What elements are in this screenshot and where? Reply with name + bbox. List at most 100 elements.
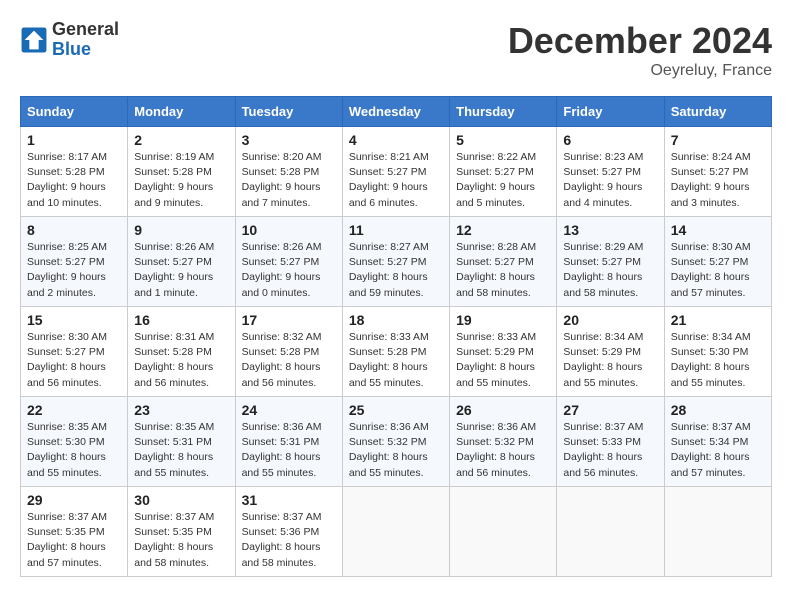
calendar-cell: 18 Sunrise: 8:33 AMSunset: 5:28 PMDayligh… — [342, 307, 449, 397]
calendar-cell: 26 Sunrise: 8:36 AMSunset: 5:32 PMDayligh… — [450, 397, 557, 487]
calendar-cell: 24 Sunrise: 8:36 AMSunset: 5:31 PMDayligh… — [235, 397, 342, 487]
day-number: 9 — [134, 222, 228, 238]
day-detail: Sunrise: 8:35 AMSunset: 5:31 PMDaylight:… — [134, 420, 228, 481]
day-number: 30 — [134, 492, 228, 508]
day-detail: Sunrise: 8:17 AMSunset: 5:28 PMDaylight:… — [27, 150, 121, 211]
day-number: 3 — [242, 132, 336, 148]
day-detail: Sunrise: 8:33 AMSunset: 5:28 PMDaylight:… — [349, 330, 443, 391]
day-number: 7 — [671, 132, 765, 148]
logo-blue-label: Blue — [52, 40, 119, 60]
calendar-cell: 17 Sunrise: 8:32 AMSunset: 5:28 PMDayligh… — [235, 307, 342, 397]
calendar-cell: 28 Sunrise: 8:37 AMSunset: 5:34 PMDayligh… — [664, 397, 771, 487]
day-detail: Sunrise: 8:37 AMSunset: 5:33 PMDaylight:… — [563, 420, 657, 481]
day-number: 2 — [134, 132, 228, 148]
calendar-cell: 2 Sunrise: 8:19 AMSunset: 5:28 PMDaylight… — [128, 127, 235, 217]
calendar-cell: 31Sunrise: 8:37 AMSunset: 5:36 PMDayligh… — [235, 487, 342, 577]
day-number: 20 — [563, 312, 657, 328]
logo-text: General Blue — [52, 20, 119, 60]
calendar-cell: 7 Sunrise: 8:24 AMSunset: 5:27 PMDaylight… — [664, 127, 771, 217]
day-detail: Sunrise: 8:36 AMSunset: 5:32 PMDaylight:… — [456, 420, 550, 481]
day-detail: Sunrise: 8:37 AMSunset: 5:35 PMDaylight:… — [134, 510, 228, 571]
calendar-cell: 16Sunrise: 8:31 AMSunset: 5:28 PMDayligh… — [128, 307, 235, 397]
logo: General Blue — [20, 20, 119, 60]
day-number: 1 — [27, 132, 121, 148]
day-detail: Sunrise: 8:26 AMSunset: 5:27 PMDaylight:… — [242, 240, 336, 301]
calendar-cell — [450, 487, 557, 577]
location-title: Oeyreluy, France — [508, 62, 772, 80]
day-number: 10 — [242, 222, 336, 238]
day-detail: Sunrise: 8:34 AMSunset: 5:29 PMDaylight:… — [563, 330, 657, 391]
calendar-week-row: 15Sunrise: 8:30 AMSunset: 5:27 PMDayligh… — [21, 307, 772, 397]
calendar-cell: 1 Sunrise: 8:17 AMSunset: 5:28 PMDaylight… — [21, 127, 128, 217]
day-number: 18 — [349, 312, 443, 328]
day-number: 26 — [456, 402, 550, 418]
day-detail: Sunrise: 8:36 AMSunset: 5:31 PMDaylight:… — [242, 420, 336, 481]
calendar-cell: 19 Sunrise: 8:33 AMSunset: 5:29 PMDayligh… — [450, 307, 557, 397]
calendar-cell: 23Sunrise: 8:35 AMSunset: 5:31 PMDayligh… — [128, 397, 235, 487]
day-detail: Sunrise: 8:19 AMSunset: 5:28 PMDaylight:… — [134, 150, 228, 211]
day-number: 4 — [349, 132, 443, 148]
calendar-cell: 3Sunrise: 8:20 AMSunset: 5:28 PMDaylight… — [235, 127, 342, 217]
day-number: 16 — [134, 312, 228, 328]
calendar-cell: 10 Sunrise: 8:26 AMSunset: 5:27 PMDayligh… — [235, 217, 342, 307]
day-number: 29 — [27, 492, 121, 508]
calendar-cell: 30 Sunrise: 8:37 AMSunset: 5:35 PMDayligh… — [128, 487, 235, 577]
calendar-cell: 5Sunrise: 8:22 AMSunset: 5:27 PMDaylight… — [450, 127, 557, 217]
day-detail: Sunrise: 8:23 AMSunset: 5:27 PMDaylight:… — [563, 150, 657, 211]
calendar-cell: 12Sunrise: 8:28 AMSunset: 5:27 PMDayligh… — [450, 217, 557, 307]
title-area: December 2024 Oeyreluy, France — [508, 20, 772, 80]
day-detail: Sunrise: 8:32 AMSunset: 5:28 PMDaylight:… — [242, 330, 336, 391]
page-header: General Blue December 2024 Oeyreluy, Fra… — [20, 20, 772, 80]
day-number: 17 — [242, 312, 336, 328]
calendar-week-row: 29 Sunrise: 8:37 AMSunset: 5:35 PMDayligh… — [21, 487, 772, 577]
calendar-cell: 11 Sunrise: 8:27 AMSunset: 5:27 PMDayligh… — [342, 217, 449, 307]
day-number: 5 — [456, 132, 550, 148]
logo-icon — [20, 26, 48, 54]
day-detail: Sunrise: 8:35 AMSunset: 5:30 PMDaylight:… — [27, 420, 121, 481]
logo-general-label: General — [52, 20, 119, 40]
calendar-body: 1 Sunrise: 8:17 AMSunset: 5:28 PMDaylight… — [21, 127, 772, 577]
day-number: 19 — [456, 312, 550, 328]
day-detail: Sunrise: 8:36 AMSunset: 5:32 PMDaylight:… — [349, 420, 443, 481]
day-detail: Sunrise: 8:26 AMSunset: 5:27 PMDaylight:… — [134, 240, 228, 301]
weekday-header-sunday: Sunday — [21, 97, 128, 127]
calendar-cell: 6Sunrise: 8:23 AMSunset: 5:27 PMDaylight… — [557, 127, 664, 217]
day-detail: Sunrise: 8:25 AMSunset: 5:27 PMDaylight:… — [27, 240, 121, 301]
day-number: 22 — [27, 402, 121, 418]
day-number: 11 — [349, 222, 443, 238]
day-detail: Sunrise: 8:37 AMSunset: 5:34 PMDaylight:… — [671, 420, 765, 481]
calendar-cell: 9 Sunrise: 8:26 AMSunset: 5:27 PMDaylight… — [128, 217, 235, 307]
calendar-cell — [342, 487, 449, 577]
day-detail: Sunrise: 8:28 AMSunset: 5:27 PMDaylight:… — [456, 240, 550, 301]
calendar-table: SundayMondayTuesdayWednesdayThursdayFrid… — [20, 96, 772, 577]
weekday-header-wednesday: Wednesday — [342, 97, 449, 127]
day-number: 25 — [349, 402, 443, 418]
calendar-cell: 20 Sunrise: 8:34 AMSunset: 5:29 PMDayligh… — [557, 307, 664, 397]
weekday-header-row: SundayMondayTuesdayWednesdayThursdayFrid… — [21, 97, 772, 127]
day-detail: Sunrise: 8:37 AMSunset: 5:36 PMDaylight:… — [242, 510, 336, 571]
calendar-cell: 4 Sunrise: 8:21 AMSunset: 5:27 PMDaylight… — [342, 127, 449, 217]
day-detail: Sunrise: 8:29 AMSunset: 5:27 PMDaylight:… — [563, 240, 657, 301]
calendar-cell: 29 Sunrise: 8:37 AMSunset: 5:35 PMDayligh… — [21, 487, 128, 577]
day-number: 28 — [671, 402, 765, 418]
day-detail: Sunrise: 8:37 AMSunset: 5:35 PMDaylight:… — [27, 510, 121, 571]
calendar-week-row: 1 Sunrise: 8:17 AMSunset: 5:28 PMDaylight… — [21, 127, 772, 217]
calendar-week-row: 8 Sunrise: 8:25 AMSunset: 5:27 PMDaylight… — [21, 217, 772, 307]
day-detail: Sunrise: 8:24 AMSunset: 5:27 PMDaylight:… — [671, 150, 765, 211]
weekday-header-thursday: Thursday — [450, 97, 557, 127]
month-title: December 2024 — [508, 20, 772, 62]
day-number: 24 — [242, 402, 336, 418]
calendar-week-row: 22 Sunrise: 8:35 AMSunset: 5:30 PMDayligh… — [21, 397, 772, 487]
calendar-cell: 25 Sunrise: 8:36 AMSunset: 5:32 PMDayligh… — [342, 397, 449, 487]
weekday-header-saturday: Saturday — [664, 97, 771, 127]
day-number: 15 — [27, 312, 121, 328]
day-detail: Sunrise: 8:21 AMSunset: 5:27 PMDaylight:… — [349, 150, 443, 211]
day-detail: Sunrise: 8:27 AMSunset: 5:27 PMDaylight:… — [349, 240, 443, 301]
day-detail: Sunrise: 8:30 AMSunset: 5:27 PMDaylight:… — [671, 240, 765, 301]
day-number: 21 — [671, 312, 765, 328]
day-number: 13 — [563, 222, 657, 238]
day-detail: Sunrise: 8:33 AMSunset: 5:29 PMDaylight:… — [456, 330, 550, 391]
day-number: 8 — [27, 222, 121, 238]
day-detail: Sunrise: 8:34 AMSunset: 5:30 PMDaylight:… — [671, 330, 765, 391]
weekday-header-monday: Monday — [128, 97, 235, 127]
